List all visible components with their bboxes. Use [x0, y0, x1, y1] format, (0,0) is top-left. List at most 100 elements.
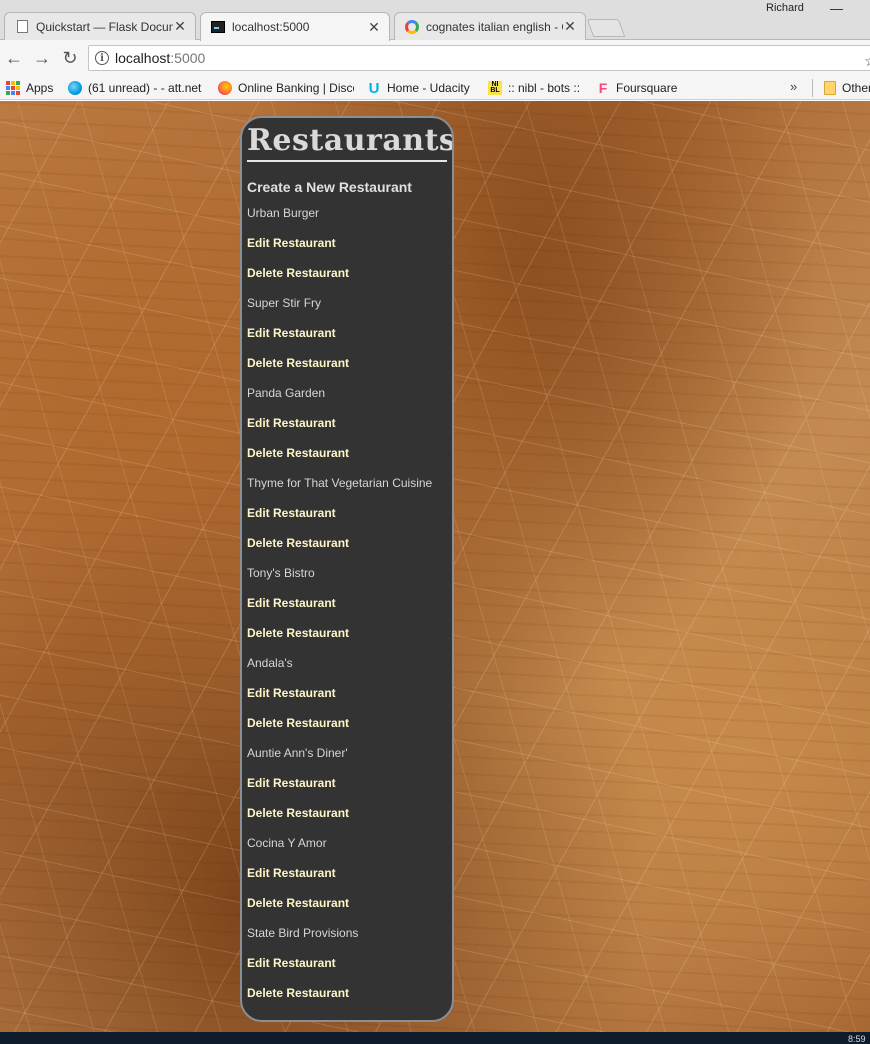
info-icon[interactable]: i [95, 51, 109, 65]
list-item: Edit Restaurant [247, 325, 452, 355]
tab-flask-quickstart[interactable]: Quickstart — Flask Documentation ✕ [4, 12, 196, 40]
folder-icon [824, 81, 836, 95]
list-item: Edit Restaurant [247, 235, 452, 265]
list-item: Urban Burger [247, 205, 452, 235]
foursquare-icon: F [598, 80, 608, 96]
edit-restaurant-link[interactable]: Edit Restaurant [247, 416, 336, 430]
edit-restaurant-link[interactable]: Edit Restaurant [247, 326, 336, 340]
restaurant-name: Panda Garden [247, 386, 326, 400]
list-item: Edit Restaurant [247, 415, 452, 445]
back-arrow-icon[interactable]: ← [0, 44, 28, 72]
list-item: Andala's [247, 655, 452, 685]
browser-toolbar: ← → ↻ i localhost:5000 [0, 40, 870, 76]
delete-restaurant-link[interactable]: Delete Restaurant [247, 716, 349, 730]
page-background: Restaurants Create a New Restaurant Urba… [0, 101, 870, 1032]
bookmark-label: (61 unread) - - att.net [88, 81, 202, 95]
create-restaurant-link[interactable]: Create a New Restaurant [247, 177, 452, 197]
nibl-icon: NI BL [488, 81, 502, 95]
edit-restaurant-link[interactable]: Edit Restaurant [247, 686, 336, 700]
restaurants-panel: Restaurants Create a New Restaurant Urba… [240, 116, 454, 1022]
address-bar[interactable]: i localhost:5000 [88, 45, 870, 71]
delete-restaurant-link[interactable]: Delete Restaurant [247, 266, 349, 280]
list-item: Delete Restaurant [247, 355, 452, 385]
restaurant-name: Andala's [247, 656, 293, 670]
edit-restaurant-link[interactable]: Edit Restaurant [247, 866, 336, 880]
bookmark-label: Foursquare [616, 81, 678, 95]
url-port: :5000 [170, 50, 206, 66]
list-item: Cocina Y Amor [247, 835, 452, 865]
taskbar-clock: 8:59 [848, 1034, 866, 1044]
minimize-icon[interactable]: — [830, 1, 843, 16]
bookmark-label: Home - Udacity [387, 81, 470, 95]
list-item: Delete Restaurant [247, 985, 452, 1015]
list-item: Tony's Bistro [247, 565, 452, 595]
profile-name[interactable]: Richard [766, 2, 804, 14]
bookmark-label: Apps [26, 81, 54, 95]
list-item: Delete Restaurant [247, 895, 452, 925]
bookmark-label: Online Banking | Discover [238, 81, 354, 95]
delete-restaurant-link[interactable]: Delete Restaurant [247, 536, 349, 550]
bookmark-nibl[interactable]: NI BL :: nibl - bots :: [488, 80, 588, 96]
bookmark-udacity[interactable]: U Home - Udacity [367, 80, 479, 96]
att-icon [68, 81, 82, 95]
os-taskbar [0, 1032, 870, 1044]
google-icon [405, 19, 419, 34]
list-item: Edit Restaurant [247, 505, 452, 535]
list-item: Thyme for That Vegetarian Cuisine [247, 475, 452, 505]
more-bookmarks-chevron[interactable]: » [790, 79, 797, 94]
page-title: Restaurants [247, 123, 454, 158]
bookmark-apps[interactable]: Apps [6, 80, 60, 96]
close-icon[interactable]: ✕ [173, 18, 187, 35]
forward-arrow-icon[interactable]: → [28, 44, 56, 72]
bookmark-other[interactable]: Other bookmarks [824, 80, 870, 96]
document-icon [15, 20, 29, 34]
edit-restaurant-link[interactable]: Edit Restaurant [247, 776, 336, 790]
bookmark-label: :: nibl - bots :: [508, 81, 581, 95]
bookmark-discover[interactable]: Online Banking | Discover [218, 80, 354, 96]
delete-restaurant-link[interactable]: Delete Restaurant [247, 896, 349, 910]
list-item: Edit Restaurant [247, 865, 452, 895]
apps-grid-icon [6, 81, 20, 95]
terminal-icon [211, 20, 225, 34]
restaurant-name: Thyme for That Vegetarian Cuisine [247, 476, 433, 490]
firefox-icon [218, 81, 232, 95]
delete-restaurant-link[interactable]: Delete Restaurant [247, 986, 349, 1000]
restaurant-name: Super Stir Fry [247, 296, 322, 310]
restaurant-name: Cocina Y Amor [247, 836, 327, 850]
new-tab-button[interactable] [586, 19, 626, 37]
delete-restaurant-link[interactable]: Delete Restaurant [247, 356, 349, 370]
tab-title: localhost:5000 [232, 20, 310, 34]
bookmark-star-icon[interactable]: ☆ [864, 52, 870, 70]
list-item: Delete Restaurant [247, 265, 452, 295]
list-item: Edit Restaurant [247, 685, 452, 715]
bookmark-label: Other bookmarks [842, 81, 870, 95]
edit-restaurant-link[interactable]: Edit Restaurant [247, 506, 336, 520]
list-item: Delete Restaurant [247, 625, 452, 655]
delete-restaurant-link[interactable]: Delete Restaurant [247, 806, 349, 820]
list-item: Delete Restaurant [247, 445, 452, 475]
delete-restaurant-link[interactable]: Delete Restaurant [247, 446, 349, 460]
edit-restaurant-link[interactable]: Edit Restaurant [247, 236, 336, 250]
bookmarks-bar: Apps (61 unread) - - att.net Online Bank… [0, 76, 870, 100]
tab-title: cognates italian english - Google Search [426, 19, 563, 34]
restaurant-name: State Bird Provisions [247, 926, 359, 940]
reload-icon[interactable]: ↻ [56, 44, 84, 72]
tab-google-search[interactable]: cognates italian english - Google Search… [394, 12, 586, 40]
delete-restaurant-link[interactable]: Delete Restaurant [247, 626, 349, 640]
tab-title: Quickstart — Flask Documentation [36, 19, 173, 34]
tab-localhost[interactable]: localhost:5000 ✕ [200, 12, 390, 41]
close-icon[interactable]: ✕ [367, 19, 381, 36]
bookmark-foursquare[interactable]: F Foursquare [596, 80, 686, 96]
list-item: State Bird Provisions [247, 925, 452, 955]
edit-restaurant-link[interactable]: Edit Restaurant [247, 956, 336, 970]
list-item: Delete Restaurant [247, 535, 452, 565]
udacity-icon: U [368, 80, 380, 96]
edit-restaurant-link[interactable]: Edit Restaurant [247, 596, 336, 610]
list-item: Edit Restaurant [247, 775, 452, 805]
list-item: Super Stir Fry [247, 295, 452, 325]
list-item: Delete Restaurant [247, 805, 452, 835]
list-item: Edit Restaurant [247, 595, 452, 625]
close-icon[interactable]: ✕ [563, 18, 577, 35]
bookmark-att[interactable]: (61 unread) - - att.net [68, 80, 206, 96]
list-item: Panda Garden [247, 385, 452, 415]
